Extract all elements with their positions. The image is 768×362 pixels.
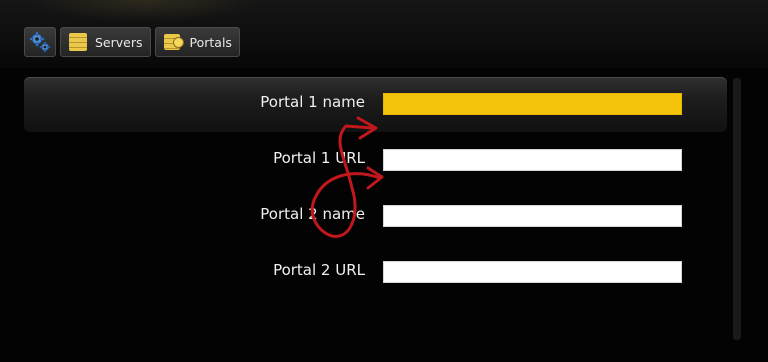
settings-panel: Portal 1 name Portal 1 URL Portal 2 name… (0, 68, 768, 362)
vertical-scrollbar[interactable] (733, 78, 741, 340)
tab-portals[interactable]: Portals (154, 27, 240, 57)
portal-settings-screen: Servers Portals Portal 1 name Portal 1 U… (0, 0, 768, 362)
toolbar-tabs: Servers Portals (24, 27, 240, 57)
portal-1-name-field[interactable] (383, 93, 682, 115)
portal-2-name-label: Portal 2 name (260, 205, 365, 223)
portal-2-url-label: Portal 2 URL (273, 261, 365, 279)
portals-icon (162, 31, 184, 53)
tab-servers-label: Servers (95, 34, 143, 50)
portal-1-url-label: Portal 1 URL (273, 149, 365, 167)
servers-icon (67, 31, 89, 53)
settings-tab[interactable] (24, 27, 56, 57)
tab-servers[interactable]: Servers (60, 27, 151, 57)
portal-1-name-label: Portal 1 name (260, 93, 365, 111)
portal-1-url-field[interactable] (383, 149, 682, 171)
portal-2-name-field[interactable] (383, 205, 682, 227)
toolbar-glow (30, 0, 260, 22)
gear-icon (29, 31, 51, 53)
portal-2-url-field[interactable] (383, 261, 682, 283)
top-toolbar: Servers Portals (0, 0, 768, 68)
tab-portals-label: Portals (189, 34, 232, 50)
